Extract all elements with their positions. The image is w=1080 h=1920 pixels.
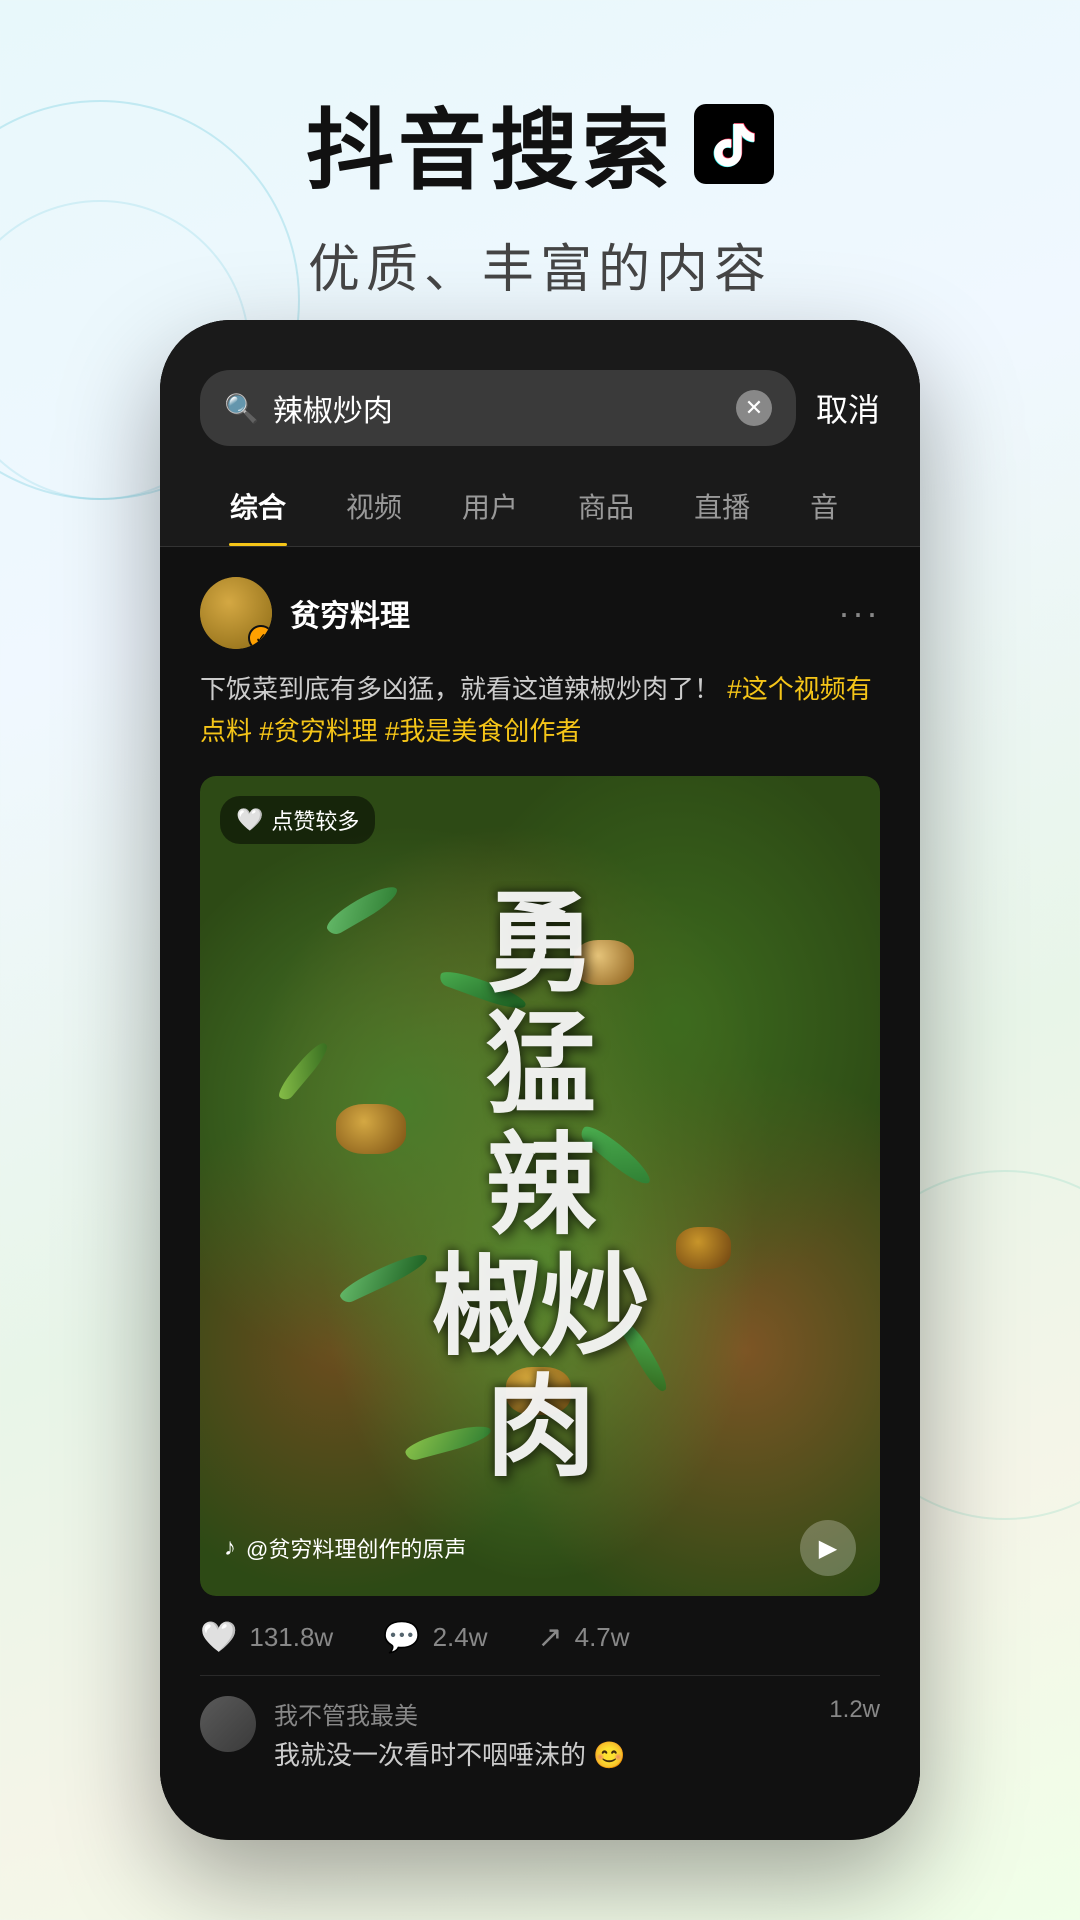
avatar[interactable]: ✓ bbox=[200, 577, 272, 649]
phone-frame: 🔍 辣椒炒肉 ✕ 取消 综合 视频 用户 商品 bbox=[160, 320, 920, 1840]
tab-商品[interactable]: 商品 bbox=[548, 466, 664, 546]
tab-音[interactable]: 音 bbox=[780, 466, 868, 546]
search-query-text: 辣椒炒肉 bbox=[273, 386, 722, 430]
post-text: 下饭菜到底有多凶猛，就看这道辣椒炒肉了！ bbox=[200, 674, 720, 704]
stats-row: 🤍 131.8w 💬 2.4w ↗ 4.7w bbox=[200, 1596, 880, 1676]
user-info: ✓ 贫穷料理 bbox=[200, 577, 410, 649]
tiktok-logo-icon bbox=[694, 104, 774, 184]
share-stat-icon: ↗ bbox=[537, 1620, 562, 1655]
title-row: 抖音搜索 bbox=[0, 80, 1080, 207]
play-icon: ▶ bbox=[819, 1534, 837, 1563]
phone-mockup: 🔍 辣椒炒肉 ✕ 取消 综合 视频 用户 商品 bbox=[160, 320, 920, 1840]
hashtag-3[interactable]: #我是美食创作者 bbox=[385, 716, 581, 746]
comments-stat[interactable]: 💬 2.4w bbox=[383, 1620, 487, 1655]
tiktok-music-icon: ♪ bbox=[224, 1534, 236, 1562]
search-input-wrapper[interactable]: 🔍 辣椒炒肉 ✕ bbox=[200, 370, 796, 446]
comment-item: 我不管我最美 我就没一次看时不咽唾沫的 😊 1.2w bbox=[200, 1696, 880, 1772]
clear-search-button[interactable]: ✕ bbox=[736, 390, 772, 426]
app-subtitle: 优质、丰富的内容 bbox=[0, 227, 1080, 302]
comment-content: 我不管我最美 我就没一次看时不咽唾沫的 😊 bbox=[274, 1696, 811, 1772]
commenter-avatar bbox=[200, 1696, 256, 1752]
tab-视频[interactable]: 视频 bbox=[316, 466, 432, 546]
sound-info: ♪ @贫穷料理创作的原声 bbox=[224, 1532, 466, 1564]
like-badge-text: 点赞较多 bbox=[271, 804, 359, 836]
comment-text: 我就没一次看时不咽唾沫的 😊 bbox=[274, 1735, 811, 1772]
tab-用户[interactable]: 用户 bbox=[432, 466, 548, 546]
shares-stat[interactable]: ↗ 4.7w bbox=[537, 1620, 629, 1655]
like-badge: 🤍 点赞较多 bbox=[220, 796, 375, 844]
cancel-search-button[interactable]: 取消 bbox=[816, 385, 880, 431]
video-bottom-bar: ♪ @贫穷料理创作的原声 ▶ bbox=[200, 1520, 880, 1576]
likes-stat[interactable]: 🤍 131.8w bbox=[200, 1620, 333, 1655]
hashtag-2[interactable]: #贫穷料理 bbox=[259, 716, 377, 746]
header-area: 抖音搜索 优质、丰富的内容 bbox=[0, 0, 1080, 342]
play-button[interactable]: ▶ bbox=[800, 1520, 856, 1576]
more-options-icon[interactable]: ··· bbox=[838, 592, 880, 634]
comments-area: 我不管我最美 我就没一次看时不咽唾沫的 😊 1.2w bbox=[200, 1676, 880, 1772]
tabs-navigation: 综合 视频 用户 商品 直播 音 bbox=[160, 466, 920, 547]
post-description: 下饭菜到底有多凶猛，就看这道辣椒炒肉了！ #这个视频有点料 #贫穷料理 #我是美… bbox=[200, 669, 880, 752]
username-label[interactable]: 贫穷料理 bbox=[290, 591, 410, 635]
video-thumbnail[interactable]: 🤍 点赞较多 勇猛辣椒炒肉 ♪ @贫穷料理创作的原声 bbox=[200, 776, 880, 1596]
likes-count: 131.8w bbox=[249, 1622, 333, 1653]
comment-likes-count: 1.2w bbox=[829, 1696, 880, 1724]
search-icon: 🔍 bbox=[224, 392, 259, 425]
shares-count: 4.7w bbox=[575, 1622, 630, 1653]
post-user-row: ✓ 贫穷料理 ··· bbox=[200, 577, 880, 649]
heart-stat-icon: 🤍 bbox=[200, 1620, 237, 1655]
comment-stat-icon: 💬 bbox=[383, 1620, 420, 1655]
app-title: 抖音搜索 bbox=[306, 80, 674, 207]
tab-综合[interactable]: 综合 bbox=[200, 466, 316, 546]
video-overlay-text: 勇猛辣椒炒肉 bbox=[234, 884, 846, 1489]
sound-credit: @贫穷料理创作的原声 bbox=[246, 1532, 466, 1564]
comments-count: 2.4w bbox=[433, 1622, 488, 1653]
commenter-name: 我不管我最美 bbox=[274, 1696, 811, 1731]
tab-直播[interactable]: 直播 bbox=[664, 466, 780, 546]
phone-inner: 🔍 辣椒炒肉 ✕ 取消 综合 视频 用户 商品 bbox=[160, 320, 920, 1840]
verified-badge-icon: ✓ bbox=[248, 625, 272, 649]
heart-icon: 🤍 bbox=[236, 807, 263, 833]
content-area: ✓ 贫穷料理 ··· 下饭菜到底有多凶猛，就看这道辣椒炒肉了！ #这个视频有点料… bbox=[160, 547, 920, 1820]
video-text-overlay: 勇猛辣椒炒肉 bbox=[234, 884, 846, 1489]
